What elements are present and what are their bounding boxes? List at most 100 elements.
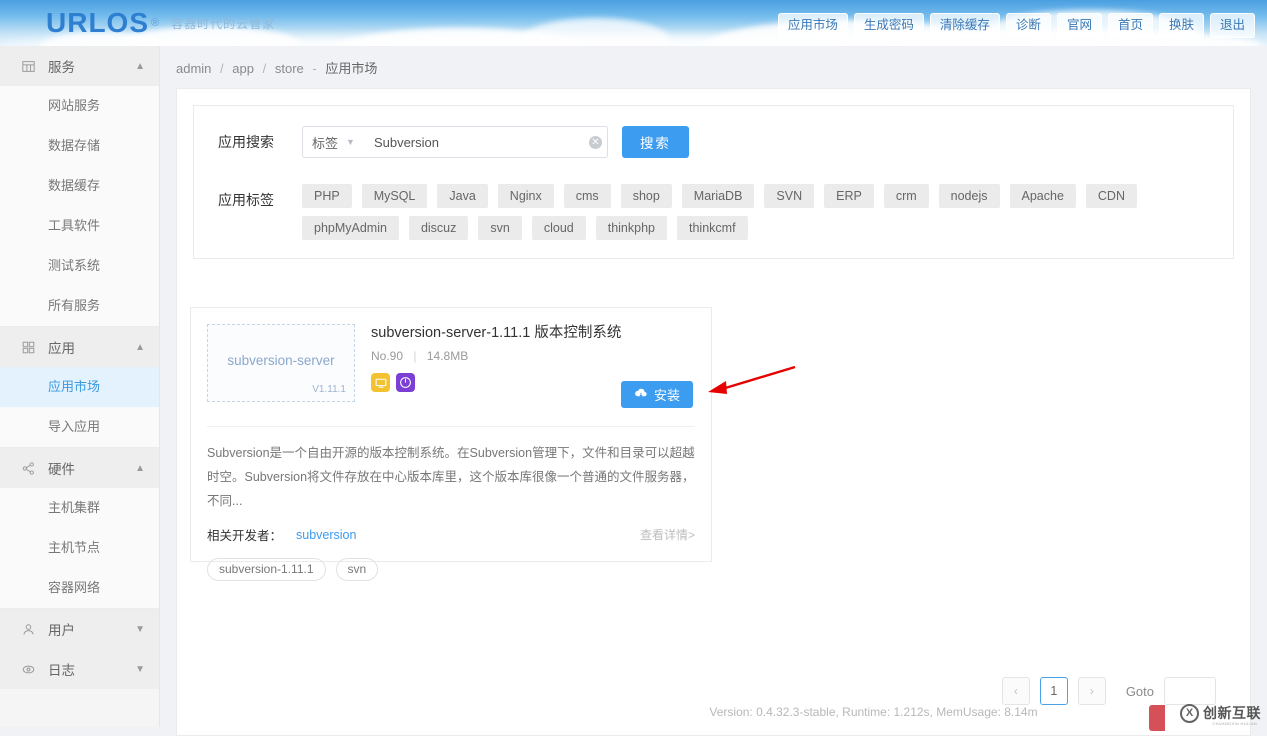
sidebar-sublist-hardware: 主机集群 主机节点 容器网络 bbox=[0, 488, 159, 609]
tag-item[interactable]: SVN bbox=[764, 184, 814, 208]
tag-item[interactable]: svn bbox=[478, 216, 521, 240]
topnav-item-diagnose[interactable]: 诊断 bbox=[1006, 13, 1051, 38]
footer-status: Version: 0.4.32.3-stable, Runtime: 1.212… bbox=[320, 697, 1267, 727]
breadcrumb-separator: / bbox=[263, 61, 267, 76]
tag-item[interactable]: crm bbox=[884, 184, 929, 208]
tag-item[interactable]: MySQL bbox=[362, 184, 428, 208]
tag-item[interactable]: Java bbox=[437, 184, 487, 208]
watermark-subtext: CHUANGXIN HULIAN bbox=[1212, 721, 1257, 726]
app-tag-list: subversion-1.11.1 svn bbox=[207, 558, 695, 581]
top-nav: 应用市场 生成密码 清除缓存 诊断 官网 首页 换肤 退出 bbox=[778, 13, 1255, 38]
tag-item[interactable]: ERP bbox=[824, 184, 874, 208]
sidebar-sublist-apps: 应用市场 导入应用 bbox=[0, 367, 159, 448]
grid-icon bbox=[20, 60, 36, 73]
tag-item[interactable]: phpMyAdmin bbox=[302, 216, 399, 240]
tag-item[interactable]: cloud bbox=[532, 216, 586, 240]
app-description: Subversion是一个自由开源的版本控制系统。在Subversion管理下，… bbox=[207, 426, 695, 513]
sidebar-item-data-storage[interactable]: 数据存储 bbox=[0, 126, 159, 166]
search-button[interactable]: 搜索 bbox=[622, 126, 689, 158]
sidebar-group-services[interactable]: 服务 ▲ bbox=[0, 46, 159, 86]
screen-badge-icon bbox=[371, 373, 390, 392]
app-number: No.90 bbox=[371, 349, 403, 363]
tag-item[interactable]: PHP bbox=[302, 184, 352, 208]
sidebar: 服务 ▲ 网站服务 数据存储 数据缓存 工具软件 测试系统 所有服务 应用 ▲ … bbox=[0, 46, 160, 727]
tag-item[interactable]: Apache bbox=[1010, 184, 1076, 208]
sidebar-item-host-cluster[interactable]: 主机集群 bbox=[0, 488, 159, 528]
sidebar-sublist-services: 网站服务 数据存储 数据缓存 工具软件 测试系统 所有服务 bbox=[0, 86, 159, 327]
breadcrumb-separator: / bbox=[220, 61, 224, 76]
apps-icon bbox=[20, 341, 36, 354]
app-card[interactable]: subversion-server V1.11.1 subversion-ser… bbox=[190, 307, 712, 562]
sidebar-group-label: 硬件 bbox=[48, 458, 135, 478]
chevron-up-icon: ▲ bbox=[135, 463, 145, 474]
breadcrumb-item-app[interactable]: app bbox=[232, 61, 254, 76]
tag-section-label: 应用标签 bbox=[218, 184, 302, 210]
meta-divider: | bbox=[413, 349, 416, 363]
sidebar-item-container-net[interactable]: 容器网络 bbox=[0, 568, 159, 608]
sidebar-item-tools[interactable]: 工具软件 bbox=[0, 206, 159, 246]
share-icon bbox=[20, 462, 36, 475]
install-button[interactable]: 安装 bbox=[621, 381, 693, 408]
user-icon bbox=[20, 623, 36, 636]
app-card-top: subversion-server V1.11.1 subversion-ser… bbox=[191, 308, 711, 402]
search-scope-value: 标签 bbox=[312, 133, 338, 152]
watermark-red-shape bbox=[1149, 705, 1165, 731]
tag-item[interactable]: nodejs bbox=[939, 184, 1000, 208]
sidebar-item-website-service[interactable]: 网站服务 bbox=[0, 86, 159, 126]
sidebar-group-users[interactable]: 用户 ▼ bbox=[0, 609, 159, 649]
tag-item[interactable]: thinkcmf bbox=[677, 216, 748, 240]
topnav-item-clearcache[interactable]: 清除缓存 bbox=[930, 13, 1000, 38]
breadcrumb-item-admin[interactable]: admin bbox=[176, 61, 211, 76]
watermark-x-icon: X bbox=[1180, 704, 1199, 723]
chevron-up-icon: ▲ bbox=[135, 61, 145, 72]
tag-item[interactable]: discuz bbox=[409, 216, 468, 240]
sidebar-item-import-app[interactable]: 导入应用 bbox=[0, 407, 159, 447]
tag-item[interactable]: CDN bbox=[1086, 184, 1137, 208]
developer-label: 相关开发者： bbox=[207, 525, 282, 544]
chevron-down-icon: ▼ bbox=[346, 137, 355, 147]
breadcrumb-current: 应用市场 bbox=[325, 61, 377, 76]
topnav-item-home[interactable]: 首页 bbox=[1108, 13, 1153, 38]
app-card-info: subversion-server-1.11.1 版本控制系统 No.90 | … bbox=[371, 324, 695, 402]
sidebar-item-app-store[interactable]: 应用市场 bbox=[0, 367, 159, 407]
breadcrumb-item-store[interactable]: store bbox=[275, 61, 304, 76]
sidebar-item-all-services[interactable]: 所有服务 bbox=[0, 286, 159, 326]
app-thumbnail: subversion-server V1.11.1 bbox=[207, 324, 355, 402]
search-clear-button[interactable]: ✕ bbox=[584, 126, 608, 158]
tag-filter-row: 应用标签 PHP MySQL Java Nginx cms shop Maria… bbox=[218, 184, 1209, 240]
sidebar-group-hardware[interactable]: 硬件 ▲ bbox=[0, 448, 159, 488]
logo-text: URLOS bbox=[46, 9, 149, 37]
logo-slogan: 容器时代的云管家 bbox=[171, 15, 275, 32]
app-tag-item[interactable]: svn bbox=[336, 558, 379, 581]
sidebar-item-host-node[interactable]: 主机节点 bbox=[0, 528, 159, 568]
topnav-item-logout[interactable]: 退出 bbox=[1210, 13, 1255, 38]
tag-item[interactable]: cms bbox=[564, 184, 611, 208]
view-detail-link[interactable]: 查看详情> bbox=[640, 526, 695, 543]
close-icon: ✕ bbox=[589, 136, 602, 149]
topnav-item-website[interactable]: 官网 bbox=[1057, 13, 1102, 38]
search-input[interactable] bbox=[364, 126, 584, 158]
sidebar-item-data-cache[interactable]: 数据缓存 bbox=[0, 166, 159, 206]
tag-item[interactable]: shop bbox=[621, 184, 672, 208]
tag-item[interactable]: MariaDB bbox=[682, 184, 755, 208]
sidebar-group-apps[interactable]: 应用 ▲ bbox=[0, 327, 159, 367]
tag-item[interactable]: Nginx bbox=[498, 184, 554, 208]
app-tag-item[interactable]: subversion-1.11.1 bbox=[207, 558, 326, 581]
sidebar-item-test-system[interactable]: 测试系统 bbox=[0, 246, 159, 286]
sidebar-group-label: 日志 bbox=[48, 659, 135, 679]
tag-item[interactable]: thinkphp bbox=[596, 216, 667, 240]
breadcrumb-dash: - bbox=[312, 61, 316, 76]
brand-logo[interactable]: URLOS ® 容器时代的云管家 bbox=[46, 0, 275, 46]
search-scope-select[interactable]: 标签 ▼ bbox=[302, 126, 364, 158]
developer-link[interactable]: subversion bbox=[296, 528, 356, 542]
breadcrumb: admin / app / store - 应用市场 bbox=[160, 46, 1267, 77]
topnav-item-appstore[interactable]: 应用市场 bbox=[778, 13, 848, 38]
sidebar-group-label: 用户 bbox=[48, 619, 135, 639]
topnav-item-theme[interactable]: 换肤 bbox=[1159, 13, 1204, 38]
topnav-item-genpassword[interactable]: 生成密码 bbox=[854, 13, 924, 38]
sidebar-group-logs[interactable]: 日志 ▼ bbox=[0, 649, 159, 689]
app-title[interactable]: subversion-server-1.11.1 版本控制系统 bbox=[371, 324, 695, 342]
app-size: 14.8MB bbox=[427, 349, 468, 363]
footer-text: Version: 0.4.32.3-stable, Runtime: 1.212… bbox=[709, 705, 1037, 719]
eye-icon bbox=[20, 663, 36, 676]
